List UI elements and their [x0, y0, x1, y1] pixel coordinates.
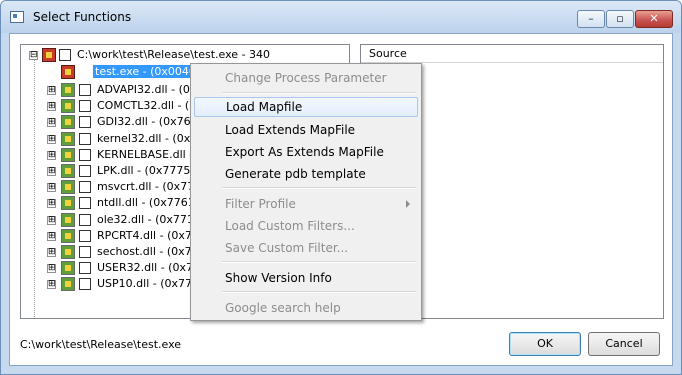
root-checkbox[interactable] [59, 49, 71, 61]
dll-icon [61, 245, 75, 259]
menu-item-google-search-help: Google search help [225, 301, 341, 315]
module-label: LPK.dll - (0x77750 [97, 164, 198, 177]
module-label: GDI32.dll - (0x76B0 [97, 115, 206, 129]
dll-icon [61, 83, 75, 97]
title-bar[interactable]: Select Functions – ▫ ✕ [1, 1, 681, 33]
dll-icon [61, 99, 75, 114]
module-checkbox[interactable] [79, 229, 91, 242]
expand-icon[interactable]: ⊞ [47, 199, 56, 209]
module-label: ntdll.dll - (0x77610 [97, 196, 202, 210]
expand-icon[interactable]: ⊞ [47, 102, 56, 112]
menu-item-save-custom-filter: Save Custom Filter... [225, 241, 349, 255]
module-checkbox[interactable] [79, 213, 91, 226]
collapse-icon[interactable]: ⊟ [29, 51, 38, 60]
module-checkbox[interactable] [79, 278, 91, 291]
source-column-header[interactable]: Source [361, 45, 663, 63]
expand-icon[interactable]: ⊞ [47, 280, 56, 290]
expand-icon[interactable]: ⊞ [47, 167, 56, 176]
expand-icon[interactable]: ⊞ [47, 231, 56, 241]
menu-item-generate-pdb-template[interactable]: Generate pdb template [194, 164, 418, 184]
menu-item-load-extends-mapfile[interactable]: Load Extends MapFile [194, 120, 418, 140]
expand-icon[interactable]: ⊞ [47, 134, 56, 144]
dll-icon [61, 115, 75, 130]
maximize-button[interactable]: ▫ [606, 10, 634, 28]
dll-icon [61, 212, 75, 227]
menu-item-change-process-parameter: Change Process Parameter [225, 71, 387, 85]
menu-item-filter-profile: Filter Profile [194, 194, 418, 214]
expand-icon[interactable]: ⊞ [47, 264, 56, 274]
module-checkbox[interactable] [79, 148, 91, 161]
dll-icon [61, 131, 75, 146]
ok-button[interactable]: OK [509, 332, 581, 356]
expand-icon[interactable]: ⊞ [47, 86, 56, 95]
dll-icon [61, 228, 75, 243]
expand-icon[interactable]: ⊞ [47, 118, 56, 128]
dll-icon [61, 164, 75, 178]
menu-separator [222, 291, 416, 293]
expand-icon[interactable]: ⊞ [47, 150, 56, 160]
submenu-arrow-icon [406, 200, 410, 208]
module-checkbox[interactable] [79, 132, 91, 145]
dll-icon [61, 277, 75, 292]
menu-item-export-as-extends-mapfile[interactable]: Export As Extends MapFile [194, 142, 418, 162]
module-label: KERNELBASE.dll - [97, 147, 194, 161]
executable-icon [61, 65, 75, 79]
expand-icon[interactable]: ⊞ [47, 183, 56, 193]
module-checkbox[interactable] [79, 84, 91, 96]
context-menu: Change Process Parameter Load Mapfile Load… [190, 63, 422, 321]
dll-icon [61, 180, 75, 195]
module-checkbox[interactable] [79, 197, 91, 210]
module-label: COMCTL32.dll - (0x [97, 99, 203, 113]
dll-icon [61, 196, 75, 211]
menu-separator [222, 92, 416, 94]
module-checkbox[interactable] [79, 116, 91, 129]
process-icon [42, 48, 56, 62]
root-label: C:\work\test\Release\test.exe - 340 [77, 48, 271, 61]
window-title: Select Functions [33, 10, 132, 24]
module-checkbox[interactable] [79, 100, 91, 113]
menu-item-show-version-info[interactable]: Show Version Info [194, 268, 418, 288]
module-checkbox[interactable] [79, 262, 91, 275]
module-label: RPCRT4.dll - (0x77 [97, 228, 199, 242]
module-checkbox[interactable] [79, 246, 91, 258]
menu-separator [222, 261, 416, 263]
tree-connector-line [34, 55, 36, 317]
expand-icon[interactable]: ⊞ [47, 215, 56, 225]
menu-item-load-mapfile[interactable]: Load Mapfile [194, 97, 418, 117]
cancel-button[interactable]: Cancel [588, 332, 660, 356]
status-path: C:\work\test\Release\test.exe [20, 338, 182, 351]
expand-icon[interactable]: ⊞ [47, 248, 56, 257]
dll-icon [61, 147, 75, 162]
close-button[interactable]: ✕ [635, 10, 673, 28]
menu-separator [222, 187, 416, 189]
minimize-button[interactable]: – [577, 10, 605, 28]
window-icon [10, 11, 24, 23]
dll-icon [61, 261, 75, 276]
module-checkbox[interactable] [79, 165, 91, 177]
module-checkbox[interactable] [79, 181, 91, 194]
menu-item-load-custom-filters: Load Custom Filters... [225, 219, 355, 233]
module-label: ADVAPI32.dll - (0x7 [97, 83, 204, 96]
